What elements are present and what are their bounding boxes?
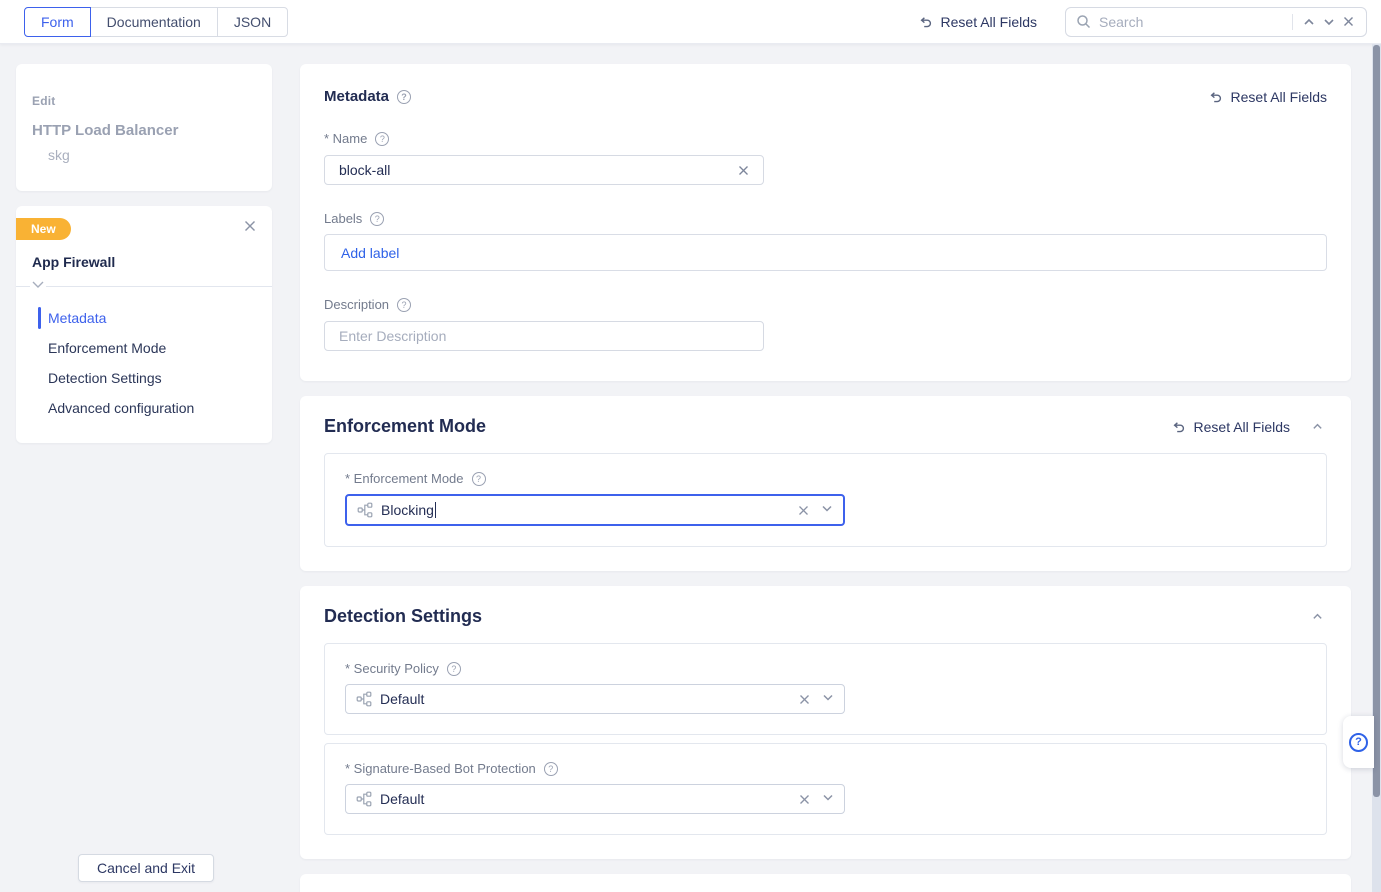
undo-icon: [1207, 89, 1223, 105]
bot-protection-help-icon[interactable]: [544, 762, 558, 776]
security-policy-help-icon[interactable]: [447, 662, 461, 676]
tab-json[interactable]: JSON: [217, 7, 288, 37]
description-help-icon[interactable]: [397, 298, 411, 312]
bot-protection-label: * Signature-Based Bot Protection: [345, 761, 536, 776]
new-badge: New: [16, 218, 71, 240]
panel-close-icon[interactable]: [240, 216, 260, 236]
search-box: [1065, 7, 1367, 37]
description-input-wrap: [324, 321, 764, 351]
app-firewall-panel: New App Firewall Metadata Enforcement Mo…: [16, 206, 272, 443]
detection-settings-section: Detection Settings * Security Policy: [300, 586, 1351, 859]
enforcement-reset-label: Reset All Fields: [1194, 419, 1290, 435]
search-close-icon[interactable]: [1339, 12, 1358, 31]
form-main: Metadata Reset All Fields * Name: [300, 64, 1351, 892]
content-area: Edit HTTP Load Balancer skg New App Fire…: [0, 44, 1372, 892]
top-bar: Form Documentation JSON Reset All Fields: [0, 0, 1381, 44]
section-nav: Metadata Enforcement Mode Detection Sett…: [16, 303, 272, 423]
labels-box: Add label: [324, 234, 1327, 271]
object-type-label: HTTP Load Balancer: [32, 122, 256, 139]
description-field-label: Description: [324, 297, 389, 312]
oneof-branch-icon: [356, 791, 372, 807]
help-fab-button[interactable]: [1343, 716, 1374, 768]
advanced-configuration-section: Advanced configuration Show Advanced Fie…: [300, 874, 1351, 892]
bot-protection-clear-icon[interactable]: [795, 790, 814, 809]
nav-item-detection-settings[interactable]: Detection Settings: [16, 363, 272, 393]
reset-all-fields-label: Reset All Fields: [941, 14, 1037, 30]
undo-icon: [917, 14, 933, 30]
enforcement-clear-icon[interactable]: [794, 501, 813, 520]
enforcement-mode-select[interactable]: Blocking: [345, 494, 845, 526]
metadata-reset-label: Reset All Fields: [1231, 89, 1327, 105]
enforcement-mode-title: Enforcement Mode: [324, 416, 486, 437]
view-tabs: Form Documentation JSON: [24, 7, 288, 37]
labels-field-label: Labels: [324, 211, 362, 226]
name-input-wrap: [324, 155, 764, 185]
metadata-help-icon[interactable]: [397, 90, 411, 104]
name-input[interactable]: [339, 162, 734, 178]
chevron-down-icon[interactable]: [821, 501, 833, 519]
security-policy-value: Default: [380, 691, 424, 707]
metadata-reset-button[interactable]: Reset All Fields: [1207, 89, 1327, 105]
search-divider: [1292, 14, 1293, 30]
nav-item-advanced-configuration[interactable]: Advanced configuration: [16, 393, 272, 423]
description-input[interactable]: [339, 328, 753, 344]
reset-all-fields-button[interactable]: Reset All Fields: [917, 14, 1037, 30]
nav-item-metadata[interactable]: Metadata: [16, 303, 272, 333]
panel-divider: [16, 286, 272, 287]
page-scrollbar-thumb[interactable]: [1373, 45, 1380, 797]
name-field-label: * Name: [324, 131, 367, 146]
enforcement-field-box: * Enforcement Mode Blocking: [324, 453, 1327, 547]
enforcement-mode-section: Enforcement Mode Reset All Fields: [300, 396, 1351, 571]
bot-protection-box: * Signature-Based Bot Protection Default: [324, 743, 1327, 835]
detection-collapse-icon[interactable]: [1308, 607, 1327, 626]
enforcement-mode-value: Blocking: [381, 502, 434, 518]
bot-protection-value: Default: [380, 791, 424, 807]
edit-mode-label: Edit: [32, 94, 256, 108]
name-clear-icon[interactable]: [734, 161, 753, 180]
form-sidebar: Edit HTTP Load Balancer skg New App Fire…: [16, 64, 272, 892]
labels-help-icon[interactable]: [370, 212, 384, 226]
enforcement-collapse-icon[interactable]: [1308, 417, 1327, 436]
context-card: Edit HTTP Load Balancer skg: [16, 64, 272, 191]
security-policy-clear-icon[interactable]: [795, 690, 814, 709]
add-label-link[interactable]: Add label: [341, 245, 399, 261]
help-circle-icon: [1349, 733, 1368, 752]
search-next-button[interactable]: [1319, 12, 1339, 32]
oneof-branch-icon: [357, 502, 373, 518]
chevron-down-icon[interactable]: [822, 790, 834, 808]
cancel-and-exit-button[interactable]: Cancel and Exit: [78, 854, 214, 882]
metadata-title: Metadata: [324, 88, 389, 105]
collapse-caret-icon[interactable]: [30, 281, 46, 289]
search-input[interactable]: [1099, 14, 1286, 30]
enforcement-reset-button[interactable]: Reset All Fields: [1170, 419, 1290, 435]
nav-item-enforcement-mode[interactable]: Enforcement Mode: [16, 333, 272, 363]
bot-protection-select[interactable]: Default: [345, 784, 845, 814]
enforcement-help-icon[interactable]: [472, 472, 486, 486]
text-cursor: [435, 502, 436, 518]
security-policy-select[interactable]: Default: [345, 684, 845, 714]
panel-title: App Firewall: [32, 254, 256, 270]
tab-form[interactable]: Form: [24, 7, 91, 37]
tab-documentation[interactable]: Documentation: [90, 7, 218, 37]
oneof-branch-icon: [356, 691, 372, 707]
topbar-right: Reset All Fields: [917, 7, 1367, 37]
undo-icon: [1170, 419, 1186, 435]
name-help-icon[interactable]: [375, 132, 389, 146]
search-icon: [1076, 14, 1091, 29]
enforcement-field-label: * Enforcement Mode: [345, 471, 464, 486]
detection-settings-title: Detection Settings: [324, 606, 482, 627]
security-policy-box: * Security Policy Default: [324, 643, 1327, 735]
metadata-section: Metadata Reset All Fields * Name: [300, 64, 1351, 381]
security-policy-label: * Security Policy: [345, 661, 439, 676]
search-prev-button[interactable]: [1299, 12, 1319, 32]
object-name-label: skg: [48, 147, 256, 163]
chevron-down-icon[interactable]: [822, 690, 834, 708]
